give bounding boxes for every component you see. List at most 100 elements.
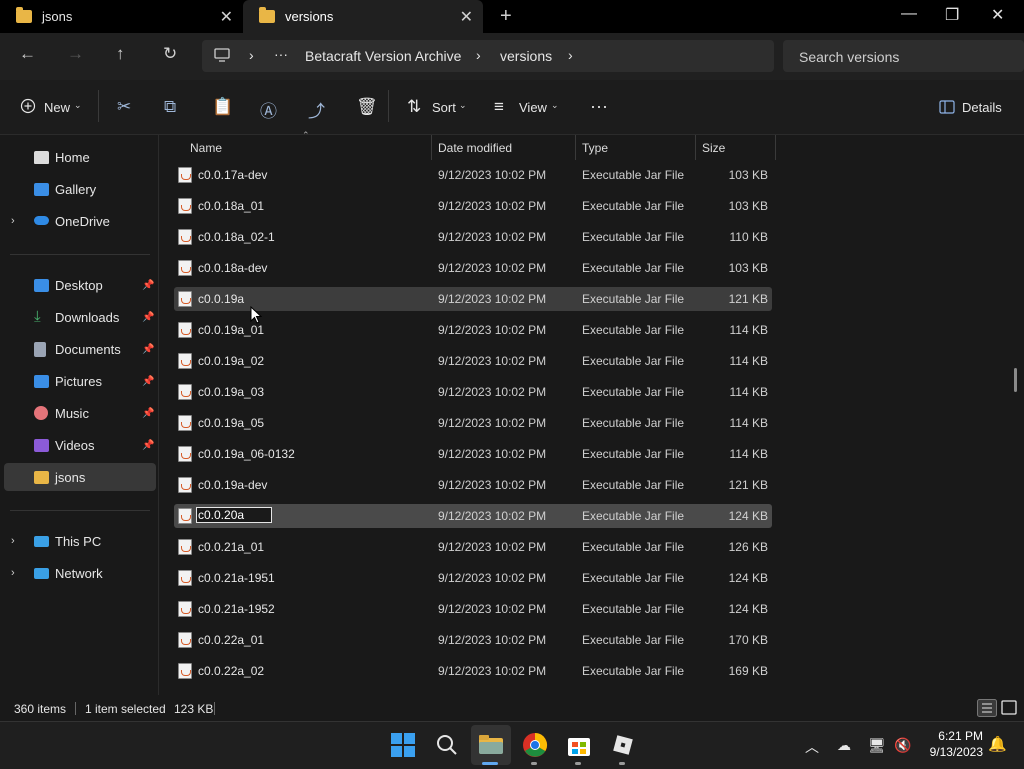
file-row[interactable]: c0.0.19a-dev 9/12/2023 10:02 PM Executable…: [174, 473, 772, 497]
sidebar-item-gallery[interactable]: Gallery: [0, 175, 156, 203]
status-divider: [75, 702, 76, 715]
file-type: Executable Jar File: [582, 602, 685, 616]
file-row[interactable]: c0.0.18a_02-1 9/12/2023 10:02 PM Executabl…: [174, 225, 772, 249]
network-tray-icon[interactable]: 🖥: [868, 737, 886, 754]
search-input[interactable]: [797, 46, 1001, 68]
cut-icon[interactable]: ✂: [117, 97, 131, 117]
jar-file-icon: [178, 291, 192, 307]
maximize-button[interactable]: ❐: [945, 5, 959, 25]
share-icon[interactable]: ⤴: [308, 97, 325, 122]
details-view-icon[interactable]: [977, 699, 997, 717]
file-row[interactable]: c0.0.18a_01 9/12/2023 10:02 PM Executable …: [174, 194, 772, 218]
expand-chevron-icon[interactable]: ›: [11, 567, 15, 579]
up-button[interactable]: ↑: [116, 44, 125, 64]
sidebar-item-pictures[interactable]: Pictures 📌: [0, 367, 156, 395]
column-resize-handle[interactable]: [431, 135, 432, 160]
file-date: 9/12/2023 10:02 PM: [438, 168, 547, 182]
close-window-button[interactable]: ✕: [991, 5, 1004, 25]
file-date: 9/12/2023 10:02 PM: [438, 447, 547, 461]
file-row[interactable]: c0.0.21a-1952 9/12/2023 10:02 PM Executabl…: [174, 597, 772, 621]
search-icon[interactable]: [431, 729, 463, 761]
chrome-icon[interactable]: [519, 729, 551, 761]
file-row[interactable]: c0.0.18a-dev 9/12/2023 10:02 PM Executable…: [174, 256, 772, 280]
pin-icon: 📌: [142, 343, 155, 355]
tab-jsons[interactable]: jsons ✕: [0, 0, 243, 33]
file-row[interactable]: c0.0.17a-dev 9/12/2023 10:02 PM Executable…: [174, 163, 772, 187]
vertical-scrollbar-thumb[interactable]: [1014, 368, 1017, 392]
rename-icon[interactable]: Ⓐ: [260, 97, 277, 122]
paste-icon[interactable]: 📋: [212, 97, 233, 117]
file-row-hover[interactable]: c0.0.19a 9/12/2023 10:02 PM Executable Jar…: [174, 287, 772, 311]
forward-button[interactable]: →: [67, 44, 84, 64]
file-row[interactable]: c0.0.22a_01 9/12/2023 10:02 PM Executable …: [174, 628, 772, 652]
sidebar-item-music[interactable]: Music 📌: [0, 399, 156, 427]
sort-button[interactable]: Sort: [432, 100, 456, 115]
sidebar-item-network[interactable]: › Network: [0, 559, 156, 587]
sort-icon: ⇅: [407, 97, 422, 116]
microsoft-store-icon[interactable]: [563, 729, 595, 761]
notification-bell-icon[interactable]: 🔔: [988, 735, 1007, 753]
sidebar-item-documents[interactable]: Documents 📌: [0, 335, 156, 363]
file-row[interactable]: c0.0.19a_02 9/12/2023 10:02 PM Executable …: [174, 349, 772, 373]
file-row[interactable]: c0.0.22a_02 9/12/2023 10:02 PM Executable …: [174, 659, 772, 683]
tab-label: versions: [285, 9, 334, 24]
jar-file-icon: [178, 477, 192, 493]
new-tab-button[interactable]: +: [500, 5, 512, 28]
breadcrumb-chevron[interactable]: ›: [568, 47, 573, 63]
show-hidden-icons-chevron-icon[interactable]: ︿: [805, 737, 819, 757]
clock-date[interactable]: 9/13/2023: [915, 745, 983, 759]
sidebar-item-jsons[interactable]: jsons: [4, 463, 156, 491]
minimize-button[interactable]: —: [901, 5, 917, 23]
details-button[interactable]: Details: [962, 100, 1002, 115]
column-header-name[interactable]: Name: [190, 141, 222, 155]
back-button[interactable]: ←: [19, 44, 36, 64]
file-row[interactable]: c0.0.21a-1951 9/12/2023 10:02 PM Executabl…: [174, 566, 772, 590]
file-row[interactable]: c0.0.19a_01 9/12/2023 10:02 PM Executable …: [174, 318, 772, 342]
copy-icon[interactable]: ⧉: [164, 97, 176, 117]
rename-input[interactable]: [196, 507, 272, 523]
onedrive-tray-icon[interactable]: ☁: [837, 737, 851, 754]
breadcrumb-betacraft[interactable]: Betacraft Version Archive: [305, 48, 461, 64]
breadcrumb-chevron[interactable]: ›: [476, 47, 481, 63]
breadcrumb-overflow[interactable]: ···: [274, 46, 288, 62]
breadcrumb-versions[interactable]: versions: [500, 48, 552, 64]
sidebar-item-downloads[interactable]: ⤓ Downloads 📌: [0, 303, 156, 331]
column-header-date[interactable]: Date modified: [438, 141, 512, 155]
file-row[interactable]: c0.0.21a_01 9/12/2023 10:02 PM Executable …: [174, 535, 772, 559]
file-name: c0.0.19a_03: [198, 385, 265, 399]
expand-chevron-icon[interactable]: ›: [11, 215, 15, 227]
new-button[interactable]: New: [44, 100, 70, 115]
breadcrumb-chevron[interactable]: ›: [249, 47, 254, 63]
sidebar-item-desktop[interactable]: Desktop 📌: [0, 271, 156, 299]
expand-chevron-icon[interactable]: ›: [11, 535, 15, 547]
tab-versions[interactable]: versions ✕: [243, 0, 483, 33]
sidebar-item-this-pc[interactable]: › This PC: [0, 527, 156, 555]
folder-icon: [34, 470, 49, 484]
column-resize-handle[interactable]: [695, 135, 696, 160]
sidebar-item-onedrive[interactable]: › OneDrive: [0, 207, 156, 235]
column-resize-handle[interactable]: [775, 135, 776, 160]
file-date: 9/12/2023 10:02 PM: [438, 540, 547, 554]
close-tab-icon[interactable]: ✕: [220, 7, 233, 27]
column-header-size[interactable]: Size: [702, 141, 725, 155]
close-tab-icon[interactable]: ✕: [460, 7, 473, 27]
file-row[interactable]: c0.0.19a_05 9/12/2023 10:02 PM Executable …: [174, 411, 772, 435]
file-row[interactable]: c0.0.19a_06-0132 9/12/2023 10:02 PM Execut…: [174, 442, 772, 466]
file-name: c0.0.18a-dev: [198, 261, 268, 275]
tiles-view-icon[interactable]: [1000, 699, 1018, 717]
sidebar-item-label: Pictures: [55, 373, 102, 389]
refresh-button[interactable]: ↻: [163, 44, 177, 64]
sidebar-item-home[interactable]: Home: [0, 143, 156, 171]
volume-muted-icon[interactable]: 🔇: [894, 737, 911, 754]
delete-icon[interactable]: 🗑: [356, 97, 378, 117]
column-resize-handle[interactable]: [575, 135, 576, 160]
file-row[interactable]: c0.0.19a_03 9/12/2023 10:02 PM Executable …: [174, 380, 772, 404]
roblox-icon[interactable]: [607, 729, 639, 761]
more-options-button[interactable]: ···: [590, 96, 608, 117]
start-icon[interactable]: [387, 729, 419, 761]
view-button[interactable]: View: [519, 100, 547, 115]
file-row-selected[interactable]: 9/12/2023 10:02 PM Executable Jar File 124…: [174, 504, 772, 528]
clock-time[interactable]: 6:21 PM: [923, 729, 983, 743]
column-header-type[interactable]: Type: [582, 141, 608, 155]
sidebar-item-videos[interactable]: Videos 📌: [0, 431, 156, 459]
